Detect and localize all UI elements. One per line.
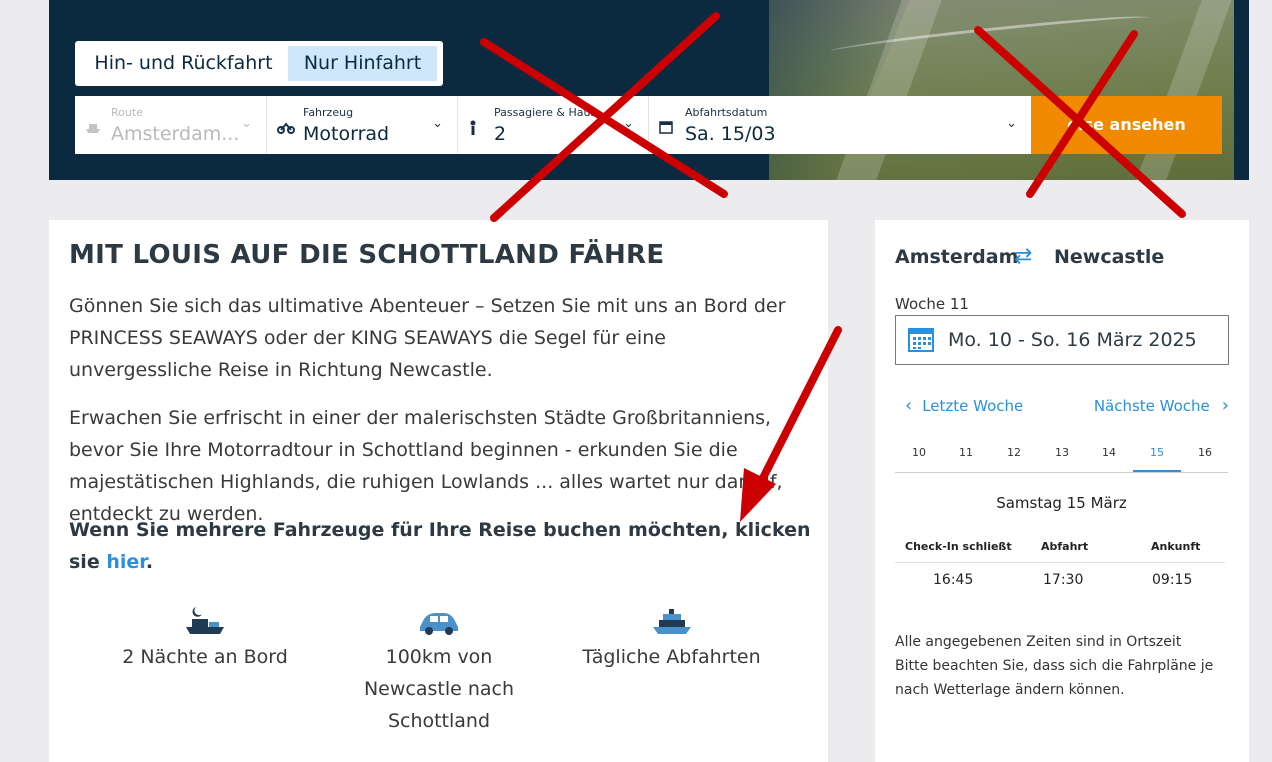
- vehicle-value: Motorrad: [303, 123, 390, 145]
- date-value: Sa. 15/03: [685, 123, 776, 145]
- round-trip-option[interactable]: Hin- und Rückfahrt: [82, 46, 285, 81]
- date-field[interactable]: Abfahrtsdatum Sa. 15/03 ⌄: [649, 96, 1032, 154]
- hero-edge: [1234, 0, 1249, 180]
- chevron-right-icon: ›: [1221, 395, 1229, 416]
- calendar-icon: [659, 120, 673, 138]
- article-paragraph: Gönnen Sie sich das ultimative Abenteuer…: [69, 295, 786, 381]
- feature-nights: 2 Nächte an Bord: [119, 605, 291, 673]
- day-tab[interactable]: 16: [1181, 446, 1229, 459]
- feature-daily: Tägliche Abfahrten: [579, 605, 764, 673]
- selected-day: Samstag 15 März: [996, 494, 1127, 512]
- day-tab[interactable]: 12: [990, 446, 1038, 459]
- origin-port: Amsterdam: [895, 246, 1019, 268]
- col-header-arrival: Ankunft: [1151, 540, 1201, 553]
- schedule-panel: Amsterdam ⇄ Newcastle Woche 11 Mo. 10 - …: [875, 220, 1249, 762]
- day-tab[interactable]: 10: [895, 446, 943, 459]
- note-line: Bitte beachten Sie, dass sich die Fahrpl…: [895, 658, 1214, 698]
- day-tab[interactable]: 14: [1085, 446, 1133, 459]
- ship-icon: [85, 120, 101, 138]
- car-icon: [359, 605, 519, 641]
- next-week-label: Nächste Woche: [1093, 397, 1210, 415]
- feature-distance: 100km von Newcastle nach Schottland: [359, 605, 519, 737]
- search-bar: Route Amsterdam... ⌄ Fahrzeug Motorrad ⌄…: [75, 96, 1222, 154]
- swap-route-icon[interactable]: ⇄: [1014, 244, 1032, 269]
- departure-time: 17:30: [1043, 572, 1084, 588]
- route-label: Route: [111, 106, 143, 119]
- col-header-departure: Abfahrt: [1041, 540, 1089, 553]
- chevron-down-icon: ⌄: [1006, 116, 1017, 131]
- day-tab[interactable]: 13: [1038, 446, 1086, 459]
- table-divider: [895, 562, 1225, 563]
- previous-week-label: Letzte Woche: [922, 397, 1024, 415]
- passengers-value: 2: [494, 123, 507, 145]
- here-link[interactable]: hier: [106, 551, 146, 573]
- passengers-field[interactable]: Passagiere & Haus 2 ⌄: [458, 96, 649, 154]
- one-way-option[interactable]: Nur Hinfahrt: [288, 46, 437, 81]
- notice-end: .: [145, 551, 154, 573]
- motorcycle-icon: [277, 120, 295, 138]
- arrival-time: 09:15: [1152, 572, 1193, 588]
- route-value: Amsterdam...: [111, 123, 240, 145]
- passengers-label: Passagiere & Haus: [494, 106, 597, 119]
- trip-type-toggle: Hin- und Rückfahrt Nur Hinfahrt: [75, 41, 443, 86]
- chevron-down-icon: ⌄: [432, 116, 443, 131]
- date-range: Mo. 10 - So. 16 März 2025: [948, 329, 1197, 351]
- multi-vehicle-notice: Wenn Sie mehrere Fahrzeuge für Ihre Reis…: [69, 514, 814, 578]
- person-icon: [468, 120, 478, 140]
- feature-label: 2 Nächte an Bord: [122, 646, 288, 668]
- destination-port: Newcastle: [1054, 246, 1165, 268]
- article-paragraph: Erwachen Sie erfrischt in einer der male…: [69, 407, 783, 525]
- checkin-time: 16:45: [933, 572, 974, 588]
- col-header-checkin: Check-In schließt: [905, 540, 1012, 553]
- notice-text: Wenn Sie mehrere Fahrzeuge für Ihre Reis…: [69, 519, 811, 573]
- previous-week-link[interactable]: ‹ Letzte Woche: [905, 395, 1023, 416]
- vehicle-field[interactable]: Fahrzeug Motorrad ⌄: [267, 96, 458, 154]
- chevron-left-icon: ‹: [905, 395, 913, 416]
- route-field[interactable]: Route Amsterdam... ⌄: [75, 96, 267, 154]
- week-date-picker[interactable]: Mo. 10 - So. 16 März 2025: [895, 315, 1229, 365]
- article-card: MIT LOUIS AUF DIE SCHOTTLAND FÄHRE Gönne…: [49, 220, 828, 762]
- article-title: MIT LOUIS AUF DIE SCHOTTLAND FÄHRE: [69, 240, 665, 270]
- ferry-icon: [579, 605, 764, 641]
- chevron-down-icon: ⌄: [623, 116, 634, 131]
- vehicle-label: Fahrzeug: [303, 106, 354, 119]
- chevron-down-icon: ⌄: [241, 116, 252, 131]
- day-tabs: 10 11 12 13 14 15 16: [895, 442, 1228, 473]
- date-label: Abfahrtsdatum: [685, 106, 768, 119]
- day-tab-active[interactable]: 15: [1133, 446, 1181, 472]
- search-button[interactable]: eise ansehen: [1031, 96, 1222, 154]
- timezone-note: Alle angegebenen Zeiten sind in Ortszeit…: [895, 630, 1235, 702]
- ship-night-icon: [119, 605, 291, 641]
- note-line: Alle angegebenen Zeiten sind in Ortszeit: [895, 634, 1182, 650]
- day-tab[interactable]: 11: [942, 446, 990, 459]
- feature-label: 100km von Newcastle nach Schottland: [363, 646, 515, 732]
- calendar-icon: [908, 326, 934, 356]
- next-week-link[interactable]: Nächste Woche ›: [1094, 395, 1229, 416]
- feature-label: Tägliche Abfahrten: [582, 646, 761, 668]
- week-label: Woche 11: [895, 295, 969, 313]
